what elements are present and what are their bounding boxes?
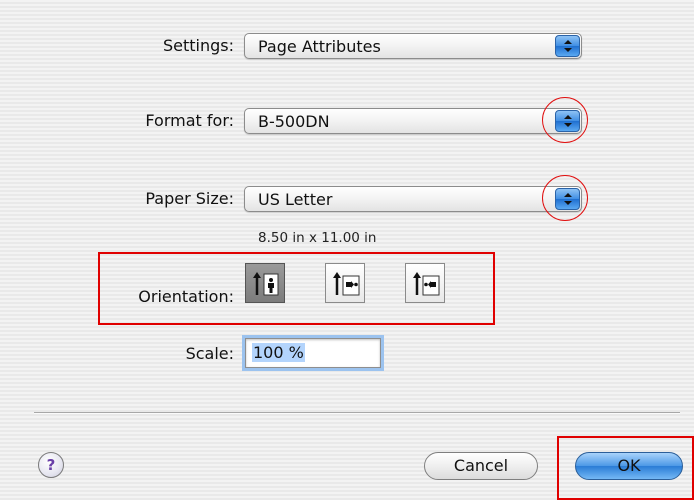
help-button[interactable]: ? [38,452,64,478]
scale-input[interactable]: 100 % [242,335,384,371]
orientation-landscape-right-button[interactable] [405,263,445,303]
scale-label: Scale: [185,344,234,363]
orientation-label: Orientation: [138,287,234,306]
format-for-popup-value: B-500DN [258,112,330,131]
landscape-left-orientation-icon [333,272,360,296]
annotation-circle-paper [542,175,588,221]
paper-size-popup-value: US Letter [258,190,333,209]
settings-popup[interactable]: Page Attributes [244,33,582,59]
paper-dimensions: 8.50 in x 11.00 in [258,230,377,246]
landscape-right-orientation-icon [413,272,440,296]
orientation-portrait-button[interactable] [245,263,285,303]
settings-label: Settings: [162,36,234,55]
annotation-box-ok [557,436,694,500]
portrait-orientation-icon [253,272,279,296]
cancel-button[interactable]: Cancel [424,452,538,480]
orientation-landscape-left-button[interactable] [325,263,365,303]
paper-size-label: Paper Size: [145,189,234,208]
scale-input-value: 100 % [252,343,305,362]
annotation-circle-format [542,97,588,143]
popup-arrows-icon [555,35,580,57]
separator [34,412,680,414]
format-for-popup[interactable]: B-500DN [244,108,582,134]
paper-size-popup[interactable]: US Letter [244,186,582,212]
format-for-label: Format for: [145,111,234,130]
settings-popup-value: Page Attributes [258,37,381,56]
